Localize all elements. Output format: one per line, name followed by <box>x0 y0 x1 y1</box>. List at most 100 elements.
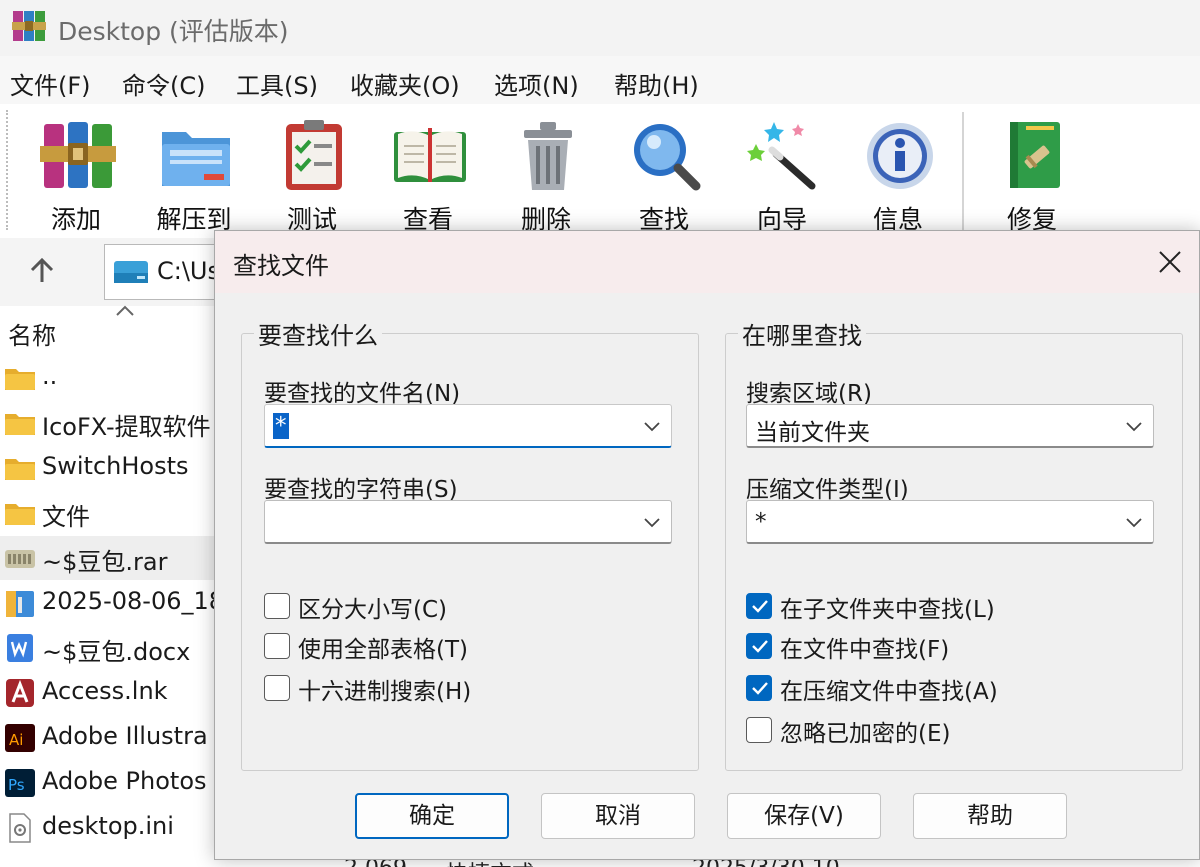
menu-file[interactable]: 文件(F) <box>10 66 91 101</box>
checkmark-icon <box>752 640 768 653</box>
menu-bar: 文件(F) 命令(C) 工具(S) 收藏夹(O) 选项(N) 帮助(H) <box>0 56 1200 104</box>
file-name: SwitchHosts <box>42 452 189 480</box>
book-view-icon <box>394 128 466 182</box>
chevron-down-icon[interactable] <box>643 419 661 433</box>
illustrator-icon: Ai <box>5 724 35 752</box>
chevron-down-icon[interactable] <box>1125 515 1143 529</box>
file-name: Access.lnk <box>42 677 168 705</box>
file-name: desktop.ini <box>42 812 174 840</box>
checkbox-label: 忽略已加密的(E) <box>780 721 951 747</box>
folder-icon <box>5 459 35 480</box>
rar-archive-icon <box>5 550 35 568</box>
list-item[interactable]: SwitchHosts <box>0 446 216 490</box>
checkbox-box[interactable] <box>264 633 290 659</box>
list-item[interactable]: 2025-08-06_18 <box>0 581 224 625</box>
repair-book-icon <box>1010 122 1060 188</box>
ignore-encrypted-checkbox[interactable]: 忽略已加密的(E) <box>746 714 1076 747</box>
toolbar-grip[interactable] <box>6 110 10 230</box>
column-header-name[interactable]: 名称 <box>8 316 56 351</box>
list-item[interactable]: ~$豆包.rar <box>0 536 216 580</box>
add-button[interactable]: 添加 <box>24 112 128 234</box>
string-label: 要查找的字符串(S) <box>264 477 458 503</box>
list-item[interactable]: IcoFX-提取软件 <box>0 401 216 445</box>
search-area-value: 当前文件夹 <box>755 420 870 446</box>
zip-archive-icon <box>6 591 34 617</box>
add-label: 添加 <box>50 205 101 234</box>
filename-label: 要查找的文件名(N) <box>264 381 461 407</box>
checkbox-label: 使用全部表格(T) <box>298 637 468 663</box>
where-to-find-title: 在哪里查找 <box>738 316 866 351</box>
menu-options[interactable]: 选项(N) <box>494 66 579 101</box>
info-icon <box>867 123 933 189</box>
chevron-down-icon[interactable] <box>643 515 661 529</box>
list-item[interactable]: ~$豆包.docx <box>0 626 216 670</box>
list-item[interactable]: 文件 <box>0 491 216 535</box>
filename-value: * <box>273 413 289 439</box>
checkbox-box[interactable] <box>746 675 772 701</box>
ok-button[interactable]: 确定 <box>355 793 509 839</box>
checkbox-box[interactable] <box>746 717 772 743</box>
test-button[interactable]: 测试 <box>260 112 364 234</box>
checkbox-label: 在文件中查找(F) <box>780 637 950 663</box>
wizard-button[interactable]: 向导 <box>730 112 834 234</box>
folder-icon <box>5 414 35 435</box>
filename-combo[interactable]: * <box>264 404 672 448</box>
menu-help[interactable]: 帮助(H) <box>614 66 699 101</box>
file-name: ~$豆包.rar <box>42 548 168 576</box>
view-button[interactable]: 查看 <box>376 112 480 234</box>
books-add-icon <box>40 122 116 188</box>
cancel-button[interactable]: 取消 <box>541 793 695 839</box>
use-all-tables-checkbox[interactable]: 使用全部表格(T) <box>264 630 564 663</box>
delete-button[interactable]: 删除 <box>494 112 598 234</box>
find-files-dialog: 查找文件 要查找什么 要查找的文件名(N) * 要查找的字符串(S) 区分大小写… <box>214 230 1200 860</box>
menu-tools[interactable]: 工具(S) <box>236 66 318 101</box>
sort-ascending-icon[interactable] <box>114 304 136 318</box>
dialog-title-bar: 查找文件 <box>215 231 1199 293</box>
hex-search-checkbox[interactable]: 十六进制搜索(H) <box>264 672 564 705</box>
file-name: Adobe Illustra <box>42 722 208 750</box>
archive-type-value: * <box>755 509 767 535</box>
search-subfolders-checkbox[interactable]: 在子文件夹中查找(L) <box>746 590 1076 623</box>
help-button[interactable]: 帮助 <box>913 793 1067 839</box>
search-in-archives-checkbox[interactable]: 在压缩文件中查找(A) <box>746 672 1076 705</box>
clipboard-test-icon <box>286 120 342 190</box>
checkbox-box[interactable] <box>746 633 772 659</box>
toolbar-separator <box>962 112 964 230</box>
search-area-select[interactable]: 当前文件夹 <box>746 404 1154 448</box>
list-item[interactable]: .. <box>0 356 216 400</box>
save-button[interactable]: 保存(V) <box>727 793 881 839</box>
list-item[interactable]: Ai Adobe Illustra <box>0 716 216 760</box>
svg-text:Ai: Ai <box>9 731 23 749</box>
checkbox-box[interactable] <box>264 593 290 619</box>
path-text: C:\Us <box>157 257 220 285</box>
checkbox-label: 十六进制搜索(H) <box>298 679 472 705</box>
file-list: .. IcoFX-提取软件 SwitchHosts 文件 ~$豆包.rar 20… <box>0 356 224 867</box>
list-item[interactable]: desktop.ini <box>0 806 216 850</box>
file-name: Adobe Photos <box>42 767 207 795</box>
list-item[interactable]: Ps Adobe Photos <box>0 761 216 805</box>
folder-extract-icon <box>162 132 230 186</box>
archive-type-combo[interactable]: * <box>746 500 1154 544</box>
chevron-down-icon[interactable] <box>1125 419 1143 433</box>
checkbox-box[interactable] <box>264 675 290 701</box>
find-button[interactable]: 查找 <box>612 112 716 234</box>
checkbox-box[interactable] <box>746 593 772 619</box>
checkmark-icon <box>752 600 768 613</box>
extract-to-button[interactable]: 解压到 <box>142 112 246 234</box>
file-name: ~$豆包.docx <box>42 638 191 666</box>
string-combo[interactable] <box>264 500 672 544</box>
photoshop-icon: Ps <box>5 769 35 797</box>
search-in-files-checkbox[interactable]: 在文件中查找(F) <box>746 630 1076 663</box>
svg-text:Ps: Ps <box>8 776 25 794</box>
menu-favorites[interactable]: 收藏夹(O) <box>350 66 460 101</box>
case-sensitive-checkbox[interactable]: 区分大小写(C) <box>264 590 564 623</box>
list-item[interactable]: Access.lnk <box>0 671 216 715</box>
repair-button[interactable]: 修复 <box>980 112 1084 234</box>
search-area-label: 搜索区域(R) <box>746 381 872 407</box>
menu-commands[interactable]: 命令(C) <box>122 66 205 101</box>
close-icon[interactable] <box>1155 247 1185 277</box>
info-button[interactable]: 信息 <box>846 112 950 234</box>
file-name: IcoFX-提取软件 <box>42 413 211 441</box>
up-arrow-icon[interactable] <box>24 252 60 288</box>
drive-icon <box>114 261 148 283</box>
